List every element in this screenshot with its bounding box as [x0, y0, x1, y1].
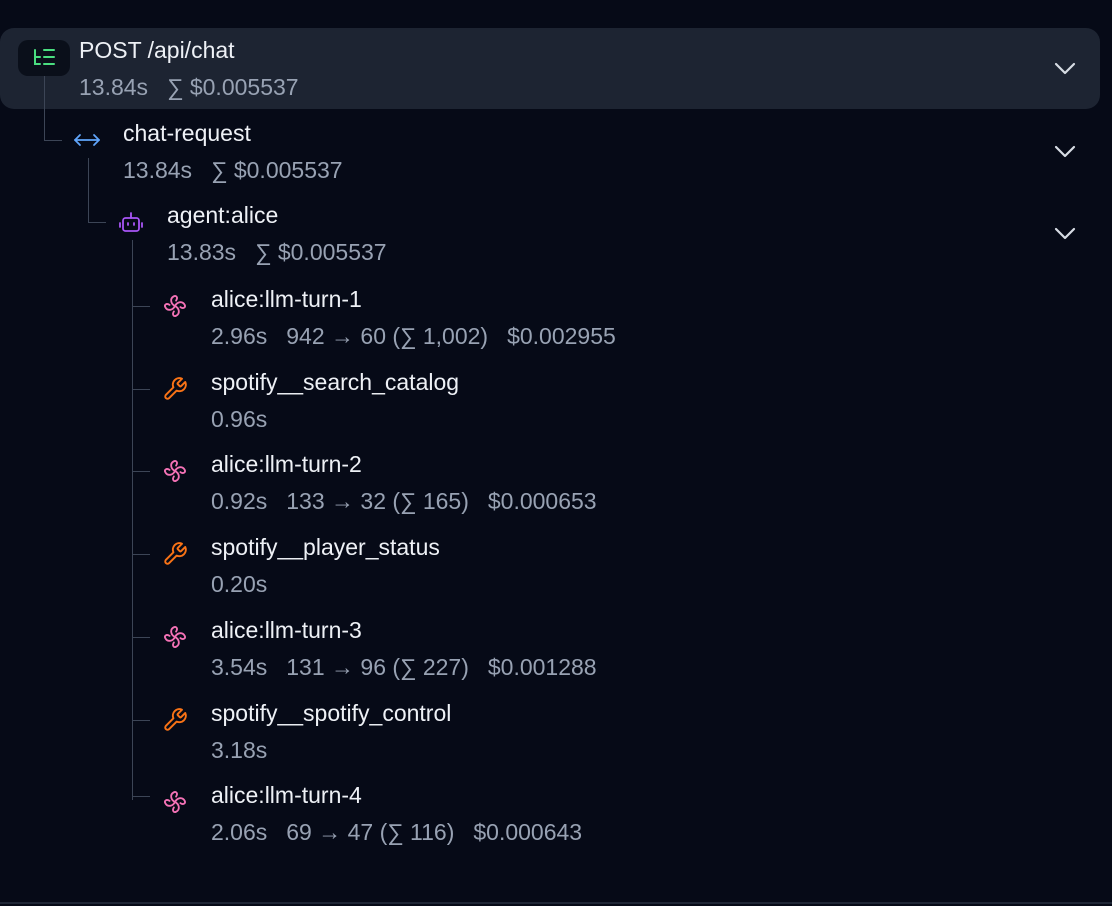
llm-icon — [160, 787, 190, 817]
llm-span-row[interactable]: alice:llm-turn-4 2.06s 69 → 47 (∑ 116) $0.0… — [0, 780, 1100, 850]
collapse-chevron-icon[interactable] — [1050, 219, 1080, 249]
span-title: spotify__spotify_control — [211, 700, 452, 726]
span-title: alice:llm-turn-4 — [211, 782, 362, 808]
wrench-icon — [160, 374, 190, 404]
span-metrics: 2.96s 942 → 60 (∑ 1,002) $0.002955 — [211, 322, 616, 350]
robot-icon — [116, 208, 146, 238]
span-metrics: 3.18s — [211, 736, 267, 764]
llm-icon — [160, 456, 190, 486]
span-duration: 13.84s — [79, 74, 149, 100]
span-row-agent[interactable]: agent:alice 13.83s ∑ $0.005537 — [0, 200, 1100, 270]
span-token-usage: 133 → 32 (∑ 165) — [286, 488, 469, 514]
span-metrics: 0.92s 133 → 32 (∑ 165) $0.000653 — [211, 487, 597, 515]
span-duration: 13.83s — [167, 239, 237, 265]
span-metrics: 0.20s — [211, 570, 267, 598]
wrench-icon — [160, 705, 190, 735]
span-duration: 2.06s — [211, 819, 268, 845]
span-title: alice:llm-turn-1 — [211, 286, 362, 312]
span-total-cost: ∑ $0.005537 — [167, 74, 299, 100]
span-duration: 13.84s — [123, 157, 193, 183]
span-total-cost: ∑ $0.005537 — [255, 239, 387, 265]
span-duration: 2.96s — [211, 323, 268, 349]
llm-icon — [160, 291, 190, 321]
tool-span-row[interactable]: spotify__search_catalog 0.96s — [0, 367, 1100, 437]
span-title: spotify__player_status — [211, 534, 440, 560]
tool-span-row[interactable]: spotify__spotify_control 3.18s — [0, 698, 1100, 768]
span-title: alice:llm-turn-3 — [211, 617, 362, 643]
llm-icon — [160, 622, 190, 652]
span-total-cost: ∑ $0.005537 — [211, 157, 343, 183]
span-title: chat-request — [123, 120, 251, 146]
span-metrics: 13.84s ∑ $0.005537 — [123, 156, 343, 184]
divider — [0, 902, 1112, 904]
span-token-usage: 131 → 96 (∑ 227) — [286, 654, 469, 680]
bidirectional-arrow-icon — [72, 125, 102, 155]
wrench-icon — [160, 539, 190, 569]
span-title: POST /api/chat — [79, 37, 235, 63]
span-metrics: 2.06s 69 → 47 (∑ 116) $0.000643 — [211, 818, 582, 846]
span-metrics: 3.54s 131 → 96 (∑ 227) $0.001288 — [211, 653, 597, 681]
span-row-root[interactable]: POST /api/chat 13.84s ∑ $0.005537 — [0, 28, 1100, 109]
trace-tree-icon — [18, 40, 70, 76]
span-title: spotify__search_catalog — [211, 369, 460, 395]
collapse-chevron-icon[interactable] — [1050, 137, 1080, 167]
span-cost: $0.001288 — [487, 654, 597, 680]
span-duration: 0.20s — [211, 571, 268, 597]
span-metrics: 13.83s ∑ $0.005537 — [167, 238, 387, 266]
span-metrics: 13.84s ∑ $0.005537 — [79, 73, 299, 101]
span-token-usage: 942 → 60 (∑ 1,002) — [286, 323, 489, 349]
llm-span-row[interactable]: alice:llm-turn-3 3.54s 131 → 96 (∑ 227) $0.… — [0, 615, 1100, 685]
span-title: agent:alice — [167, 202, 279, 228]
span-cost: $0.000653 — [487, 488, 597, 514]
span-duration: 3.54s — [211, 654, 268, 680]
trace-tree: POST /api/chat 13.84s ∑ $0.005537 chat-r… — [0, 0, 1112, 906]
span-duration: 0.96s — [211, 406, 268, 432]
span-token-usage: 69 → 47 (∑ 116) — [286, 819, 455, 845]
tool-span-row[interactable]: spotify__player_status 0.20s — [0, 532, 1100, 602]
collapse-chevron-icon[interactable] — [1050, 54, 1080, 84]
llm-span-row[interactable]: alice:llm-turn-2 0.92s 133 → 32 (∑ 165) $0.… — [0, 449, 1100, 519]
span-duration: 3.18s — [211, 737, 268, 763]
span-cost: $0.002955 — [507, 323, 616, 349]
span-title: alice:llm-turn-2 — [211, 451, 362, 477]
span-row-request[interactable]: chat-request 13.84s ∑ $0.005537 — [0, 118, 1100, 188]
span-metrics: 0.96s — [211, 405, 267, 433]
span-cost: $0.000643 — [473, 819, 583, 845]
span-duration: 0.92s — [211, 488, 268, 514]
llm-span-row[interactable]: alice:llm-turn-1 2.96s 942 → 60 (∑ 1,002) $… — [0, 284, 1100, 354]
